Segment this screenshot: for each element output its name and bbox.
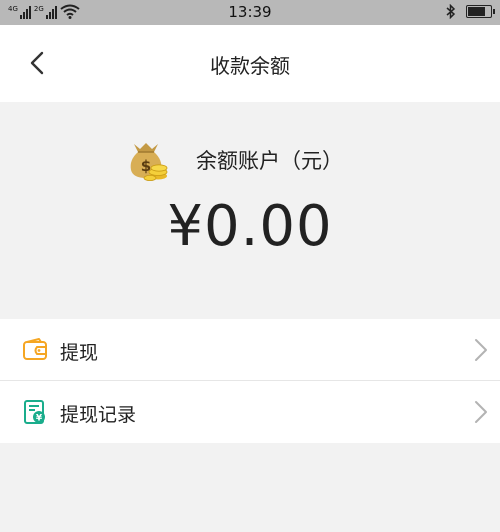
battery-icon bbox=[466, 5, 495, 18]
balance-amount: ¥0.00 bbox=[167, 194, 333, 259]
wallet-icon bbox=[23, 338, 47, 360]
chevron-right-icon bbox=[475, 401, 487, 423]
header: 收款余额 bbox=[0, 25, 500, 102]
balance-section: $ 余额账户（元） ¥0.00 bbox=[0, 102, 500, 319]
svg-text:¥: ¥ bbox=[36, 414, 43, 424]
list-item-label: 提现 bbox=[60, 342, 99, 364]
menu-list: 提现 ¥ 提现记录 bbox=[0, 319, 500, 443]
page-title: 收款余额 bbox=[210, 54, 290, 78]
record-icon: ¥ bbox=[24, 400, 45, 424]
money-bag-icon: $ bbox=[130, 143, 168, 182]
list-item-withdraw[interactable]: 提现 bbox=[0, 319, 500, 381]
list-item-withdraw-records[interactable]: ¥ 提现记录 bbox=[0, 381, 500, 443]
balance-label: 余额账户（元） bbox=[196, 149, 343, 173]
balance-header: $ 余额账户（元） bbox=[126, 138, 343, 182]
status-bar: 4G 2G 13:39 bbox=[0, 0, 500, 25]
status-time: 13:39 bbox=[228, 3, 272, 21]
status-right bbox=[446, 4, 495, 19]
chevron-right-icon bbox=[475, 339, 487, 361]
list-item-label: 提现记录 bbox=[60, 404, 137, 426]
bluetooth-icon bbox=[446, 4, 456, 19]
